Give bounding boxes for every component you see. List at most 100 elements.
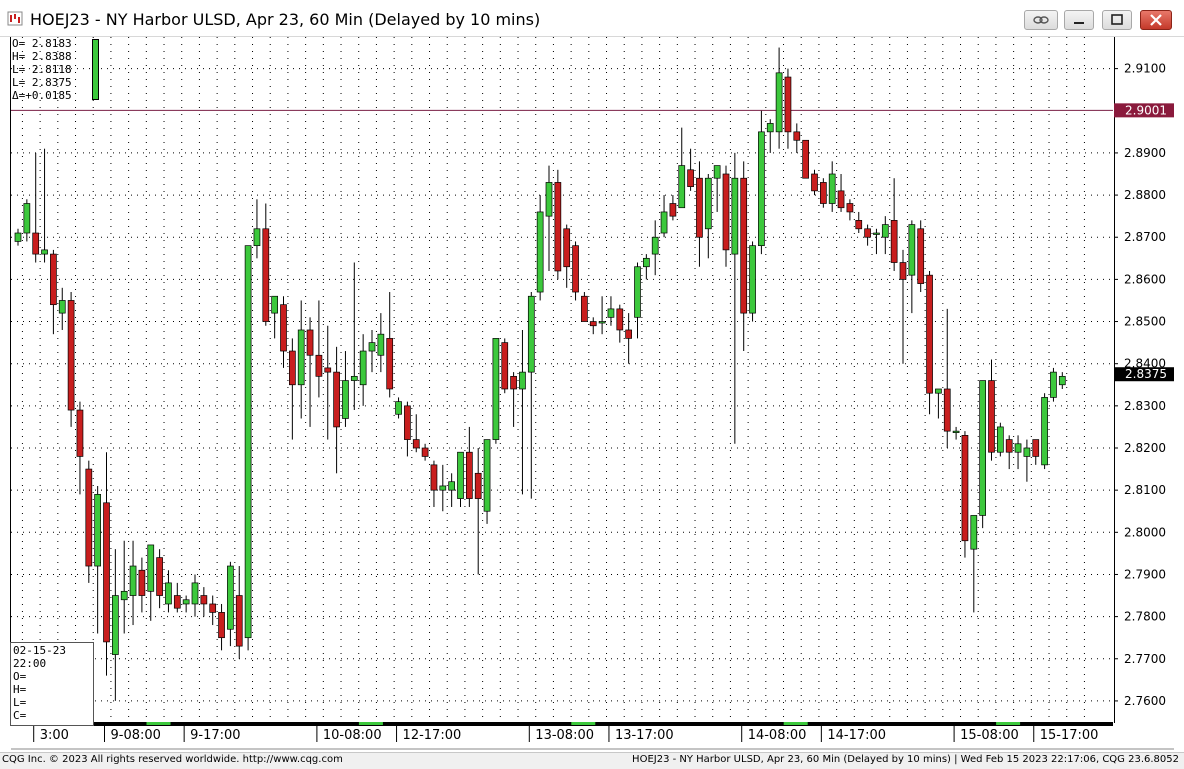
candle-down [581,295,588,322]
candle-up [598,321,606,324]
x-tick-label: 10-08:00 [323,728,382,743]
ohlc-open: O= 2.8183 [12,37,72,50]
candle-down [76,409,84,457]
candle-up [1041,397,1048,466]
ohlc-low: L= 2.8118 [12,63,72,76]
candle-up [271,295,278,314]
last-price-label: 2.8375 [1125,367,1167,381]
candle-up [545,182,553,217]
candle-up [1050,371,1057,398]
y-tick-label: 2.8700 [1124,230,1166,244]
candle-down [430,464,438,491]
y-tick-label: 2.8100 [1124,483,1166,497]
candle-up [634,266,641,318]
candle-down [156,557,163,596]
candle-down [819,182,827,204]
candle-up [758,131,765,247]
candle-up [527,295,535,373]
cursor-low: L= [13,696,27,709]
y-tick-label: 2.7800 [1124,610,1166,624]
y-tick-label: 2.7900 [1124,567,1166,581]
status-footer: CQG Inc. © 2023 All rights reserved worl… [0,752,1184,769]
candle-down [1032,439,1040,457]
y-tick-label: 2.8300 [1124,399,1166,413]
candle-down [864,228,871,238]
candle-down [961,435,969,542]
ohlc-last: L= 2.8375 [12,76,72,89]
y-tick-label: 2.7600 [1124,694,1166,708]
candle-up [58,300,66,314]
candle-down [67,300,75,411]
candle-up [129,565,137,596]
candle-up [908,224,916,276]
candle-up [1058,375,1066,386]
candle-up [952,430,960,433]
candle-down [85,468,93,567]
ohlc-high: H= 2.8388 [12,50,72,63]
candle-down [722,173,730,251]
candle-down [262,228,270,322]
candle-up [642,257,650,268]
candle-down [616,308,624,331]
candle-up [147,544,155,592]
candle-down [589,321,597,327]
candle-down [943,388,951,432]
candle-down [412,439,420,449]
x-tick-label: 13-17:00 [615,728,674,743]
x-tick-label: 9-17:00 [190,728,240,743]
candle-up [448,481,455,491]
candle-up [191,582,199,605]
candle-up [1014,443,1022,453]
candle-up [935,388,942,394]
candle-up [111,595,119,655]
candle-down [421,447,429,457]
candle-up [519,371,526,390]
candle-down [280,304,287,352]
candle-down [890,220,898,263]
candle-up [182,599,190,605]
x-tick-label: 14-17:00 [827,728,886,743]
y-tick-label: 2.8500 [1124,315,1166,329]
candle-down [50,253,57,306]
candle-down [501,342,509,390]
candle-up [377,333,385,356]
y-tick-label: 2.8000 [1124,525,1166,539]
session-marker [996,722,1021,725]
session-marker [358,722,383,725]
cursor-close: C= [13,709,27,722]
candle-down [696,177,703,238]
candle-down [306,329,314,356]
y-tick-label: 2.8200 [1124,441,1166,455]
candle-down [173,595,181,609]
candle-up [970,515,978,550]
candle-up [120,590,128,601]
y-tick-label: 2.8600 [1124,272,1166,286]
candle-down [988,380,995,453]
x-tick-label: 9-08:00 [111,728,161,743]
candle-up [996,426,1004,453]
candle-up [749,245,756,314]
candle-up [483,439,491,512]
candle-down [235,595,243,647]
candle-up [766,123,774,133]
candle-up [678,165,686,209]
candle-up [342,380,349,419]
candle-up [660,211,668,234]
session-marker [783,722,808,725]
x-tick-label: 13-08:00 [535,728,594,743]
candle-down [687,169,694,187]
candle-up [297,329,305,386]
footer-copyright: CQG Inc. © 2023 All rights reserved worl… [2,754,343,765]
x-axis-bar [10,722,1113,726]
candle-down [669,203,677,217]
candle-up [457,451,464,499]
candle-up [651,236,659,255]
candle-down [209,603,217,613]
candle-down [474,472,482,499]
candle-down [784,76,792,133]
candle-down [793,131,801,141]
candle-up [368,342,376,352]
candle-down [32,232,40,255]
candle-down [740,177,748,314]
y-tick-label: 2.8800 [1124,188,1166,202]
